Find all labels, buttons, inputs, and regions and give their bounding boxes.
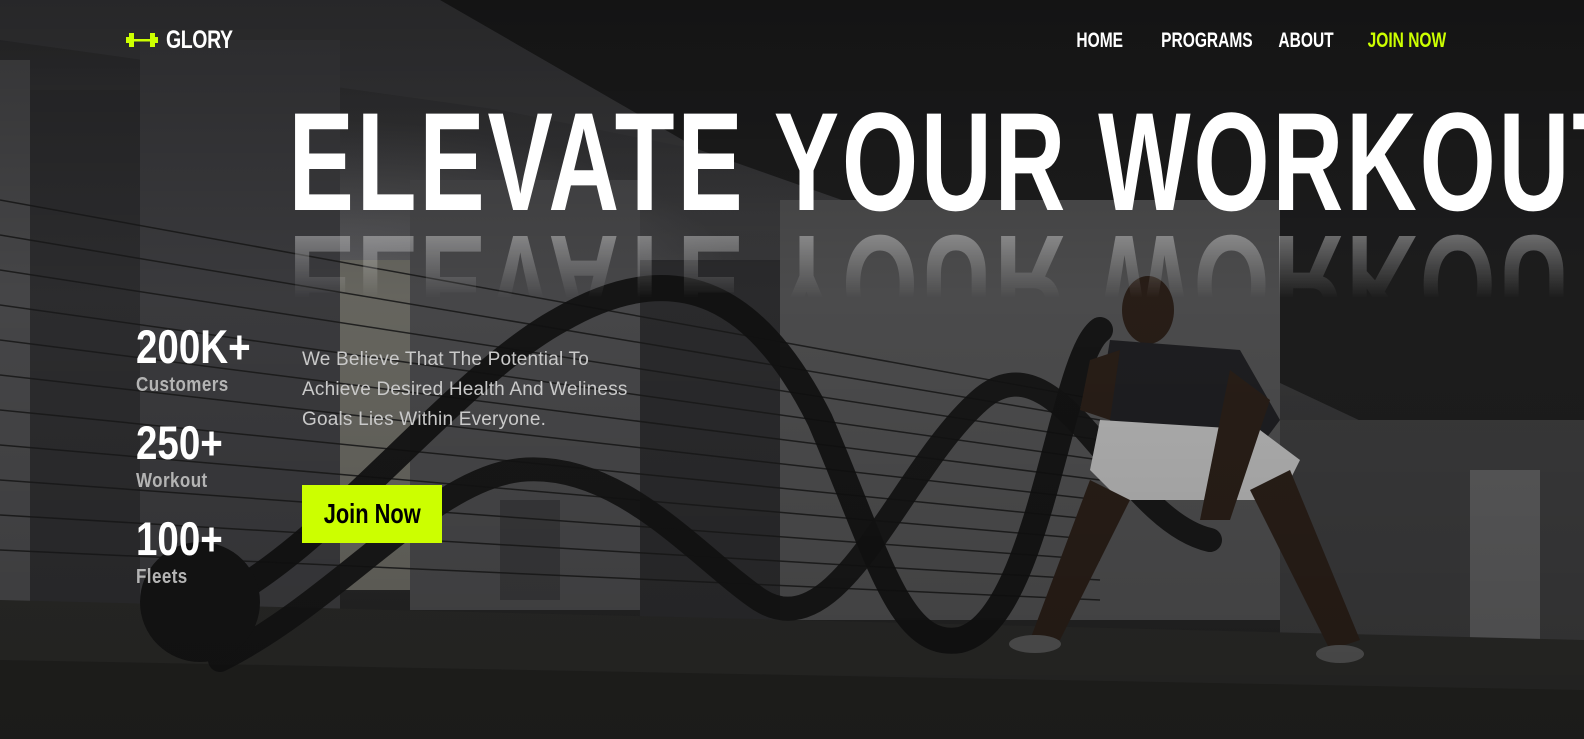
stat-value: 250+	[136, 416, 223, 469]
stat-label: Workout	[136, 470, 208, 492]
stat-workout: 250+ Workout	[136, 418, 296, 514]
stats-list: 200K+ Customers 250+ Workout 100+ Fleets	[136, 322, 296, 610]
stat-label: Fleets	[136, 566, 188, 588]
hero-headline-reflection: ELEVATE YOUR WORKOUT	[0, 218, 1584, 298]
hero-headline-reflection-text: ELEVATE YOUR WORKOUT	[288, 218, 1584, 298]
join-now-button[interactable]: Join Now	[302, 485, 442, 543]
nav-programs[interactable]: PROGRAMS	[1162, 28, 1254, 54]
stat-customers: 200K+ Customers	[136, 322, 296, 418]
stat-value: 200K+	[136, 320, 251, 373]
nav-join-now[interactable]: JOIN NOW	[1367, 28, 1446, 54]
brand-logo[interactable]: GLORY	[126, 26, 251, 54]
stat-value: 100+	[136, 512, 223, 565]
nav-about[interactable]: ABOUT	[1279, 28, 1334, 54]
hero-description: We Believe That The Potential To Achieve…	[302, 349, 628, 430]
brand-name: GLORY	[166, 26, 233, 54]
nav-home[interactable]: HOME	[1077, 28, 1124, 54]
stat-label: Customers	[136, 374, 229, 396]
dumbbell-icon	[126, 33, 158, 47]
main-nav: HOME PROGRAMS ABOUT JOIN NOW	[1074, 28, 1446, 54]
stat-fleets: 100+ Fleets	[136, 514, 296, 610]
hero-headline: ELEVATE YOUR WORKOUT	[288, 83, 1584, 240]
join-now-button-label: Join Now	[323, 498, 421, 529]
